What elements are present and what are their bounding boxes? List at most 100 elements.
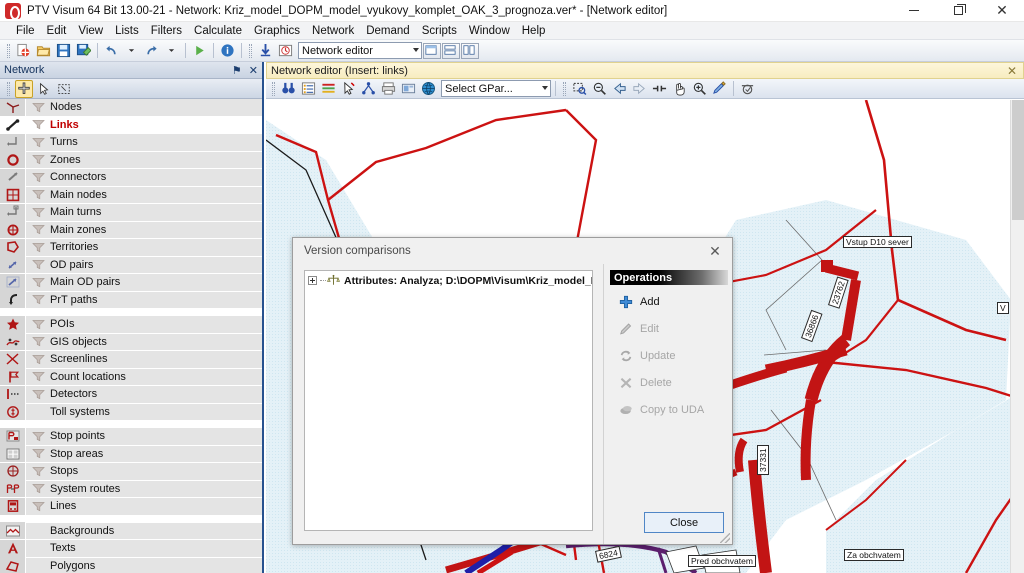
filter-icon[interactable] bbox=[26, 431, 50, 442]
rubber-band-select-icon[interactable] bbox=[55, 80, 73, 98]
insert-mode-icon[interactable] bbox=[15, 79, 33, 98]
toolbar-grip-2[interactable] bbox=[249, 43, 252, 58]
minimize-button[interactable] bbox=[892, 0, 936, 22]
filter-icon[interactable] bbox=[26, 242, 50, 253]
undo-view-icon[interactable] bbox=[738, 79, 757, 98]
menu-item-lists[interactable]: Lists bbox=[109, 24, 145, 38]
globe-icon[interactable] bbox=[419, 79, 438, 98]
sidebar-item-gis-objects[interactable]: GIS objects bbox=[0, 333, 262, 351]
pan-hand-icon[interactable] bbox=[670, 79, 689, 98]
sidebar-item-toll-systems[interactable]: Toll systems bbox=[0, 403, 262, 421]
find-binoculars-icon[interactable] bbox=[279, 79, 298, 98]
save-icon[interactable] bbox=[54, 41, 73, 60]
zoom-out-icon[interactable] bbox=[590, 79, 609, 98]
sidebar-item-count-locations[interactable]: Count locations bbox=[0, 368, 262, 386]
filter-icon[interactable] bbox=[26, 354, 50, 365]
menu-item-demand[interactable]: Demand bbox=[360, 24, 415, 38]
sidebar-item-prt-paths[interactable]: PrT paths bbox=[0, 291, 262, 309]
sidebar-item-backgrounds[interactable]: Backgrounds bbox=[0, 522, 262, 540]
new-version-icon[interactable] bbox=[14, 41, 33, 60]
list-icon[interactable] bbox=[299, 79, 318, 98]
sidebar-item-texts[interactable]: Texts bbox=[0, 539, 262, 558]
filter-icon[interactable] bbox=[26, 119, 50, 130]
sidebar-item-system-routes[interactable]: System routes bbox=[0, 480, 262, 498]
toolbar-grip[interactable] bbox=[7, 43, 10, 58]
gpar-combo[interactable]: Select GPar... bbox=[441, 80, 551, 97]
filter-icon[interactable] bbox=[26, 189, 50, 200]
version-comparison-tree[interactable]: Attributes: Analyza; D:\DOPM\Visum\Kriz_… bbox=[304, 270, 593, 531]
sidebar-item-pois[interactable]: POIs bbox=[0, 315, 262, 334]
network-graph-icon[interactable] bbox=[359, 79, 378, 98]
pointer-select-icon[interactable] bbox=[35, 80, 53, 98]
add-button[interactable]: Add bbox=[618, 291, 734, 312]
run-icon[interactable] bbox=[190, 41, 209, 60]
menu-item-filters[interactable]: Filters bbox=[145, 24, 188, 38]
sidebar-item-polygons[interactable]: Polygons bbox=[0, 557, 262, 573]
select-arrow-icon[interactable] bbox=[339, 79, 358, 98]
filter-icon[interactable] bbox=[26, 448, 50, 459]
sidebar-item-stop-points[interactable]: Stop points bbox=[0, 427, 262, 446]
sidebar-item-od-pairs[interactable]: OD pairs bbox=[0, 256, 262, 274]
sidebar-item-nodes[interactable]: Nodes bbox=[0, 99, 262, 117]
filter-icon[interactable] bbox=[26, 371, 50, 382]
menu-item-graphics[interactable]: Graphics bbox=[248, 24, 306, 38]
sidebar-item-stop-areas[interactable]: Stop areas bbox=[0, 445, 262, 463]
vertical-split-layout-icon[interactable] bbox=[461, 42, 479, 59]
sidebar-item-main-zones[interactable]: Main zones bbox=[0, 221, 262, 239]
resize-grip[interactable] bbox=[720, 533, 730, 543]
sidebar-item-main-od-pairs[interactable]: Main OD pairs bbox=[0, 273, 262, 292]
zoom-to-selection-icon[interactable] bbox=[570, 79, 589, 98]
expand-plus-icon[interactable] bbox=[308, 276, 317, 285]
pin-icon[interactable]: ⚑ bbox=[232, 64, 242, 77]
filter-icon[interactable] bbox=[26, 294, 50, 305]
redo-dropdown-icon[interactable] bbox=[162, 41, 181, 60]
time-profile-icon[interactable] bbox=[276, 41, 295, 60]
save-as-icon[interactable] bbox=[74, 41, 93, 60]
restore-button[interactable] bbox=[936, 0, 980, 22]
map-vertical-scrollbar[interactable] bbox=[1010, 100, 1024, 573]
undo-icon[interactable] bbox=[102, 41, 121, 60]
sidebar-item-links[interactable]: Links bbox=[0, 116, 262, 134]
filter-icon[interactable] bbox=[26, 336, 50, 347]
close-button[interactable]: Close bbox=[644, 512, 724, 533]
menu-item-view[interactable]: View bbox=[72, 24, 109, 38]
menu-item-edit[interactable]: Edit bbox=[41, 24, 73, 38]
tree-item[interactable]: Attributes: Analyza; D:\DOPM\Visum\Kriz_… bbox=[305, 273, 592, 288]
filter-icon[interactable] bbox=[26, 389, 50, 400]
sidebar-item-main-nodes[interactable]: Main nodes bbox=[0, 186, 262, 204]
filter-icon[interactable] bbox=[26, 207, 50, 218]
filter-icon[interactable] bbox=[26, 172, 50, 183]
filter-icon[interactable] bbox=[26, 277, 50, 288]
download-icon[interactable] bbox=[256, 41, 275, 60]
editor-toolbar-grip[interactable] bbox=[272, 81, 275, 96]
filter-icon[interactable] bbox=[26, 466, 50, 477]
info-icon[interactable] bbox=[218, 41, 237, 60]
menu-item-network[interactable]: Network bbox=[306, 24, 360, 38]
menu-item-calculate[interactable]: Calculate bbox=[188, 24, 248, 38]
filter-icon[interactable] bbox=[26, 319, 50, 330]
undo-dropdown-icon[interactable] bbox=[122, 41, 141, 60]
screenshot-icon[interactable] bbox=[399, 79, 418, 98]
single-window-layout-icon[interactable] bbox=[423, 42, 441, 59]
forward-arrow-icon[interactable] bbox=[630, 79, 649, 98]
filter-icon[interactable] bbox=[26, 154, 50, 165]
open-folder-icon[interactable] bbox=[34, 41, 53, 60]
filter-icon[interactable] bbox=[26, 483, 50, 494]
zoom-in-icon[interactable] bbox=[690, 79, 709, 98]
menu-item-window[interactable]: Window bbox=[463, 24, 516, 38]
sidebar-item-zones[interactable]: Zones bbox=[0, 151, 262, 169]
print-icon[interactable] bbox=[379, 79, 398, 98]
network-object-list[interactable]: Nodes Links Turns Zones Connectors Main nodes… bbox=[0, 99, 262, 573]
sidebar-item-turns[interactable]: Turns bbox=[0, 133, 262, 152]
scrollbar-thumb[interactable] bbox=[1012, 100, 1024, 220]
filter-icon[interactable] bbox=[26, 259, 50, 270]
sidebar-item-connectors[interactable]: Connectors bbox=[0, 168, 262, 187]
panel-toolbar-grip[interactable] bbox=[7, 81, 10, 96]
editor-close-icon[interactable]: ✕ bbox=[1007, 64, 1017, 78]
sidebar-item-screenlines[interactable]: Screenlines bbox=[0, 350, 262, 369]
menu-item-help[interactable]: Help bbox=[516, 24, 552, 38]
filter-icon[interactable] bbox=[26, 501, 50, 512]
panel-close-icon[interactable]: ✕ bbox=[249, 64, 258, 77]
sidebar-item-main-turns[interactable]: Main turns bbox=[0, 203, 262, 222]
filter-icon[interactable] bbox=[26, 224, 50, 235]
